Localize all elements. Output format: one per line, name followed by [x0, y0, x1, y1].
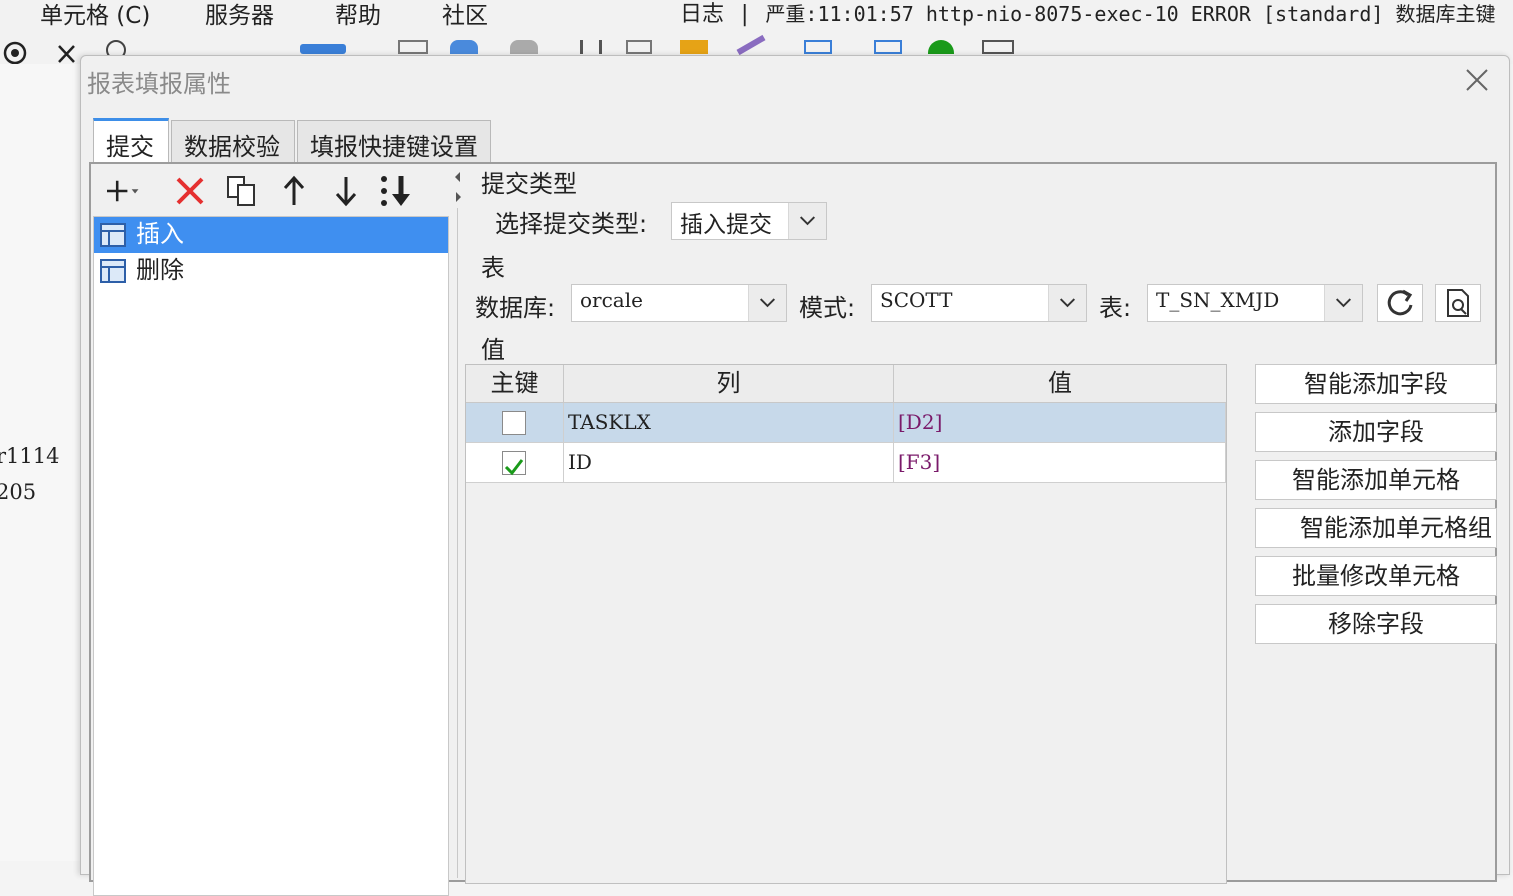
column-header-column[interactable]: 列	[564, 365, 894, 403]
value-cell[interactable]: [D2]	[894, 403, 1226, 443]
refresh-button[interactable]	[1377, 284, 1423, 322]
bg-cell-text-2: 205	[0, 480, 37, 504]
move-down-icon[interactable]	[329, 174, 363, 208]
database-label: 数据库:	[475, 294, 556, 322]
primary-key-checkbox[interactable]	[502, 451, 526, 476]
menu-cell[interactable]: 单元格 (C)	[40, 0, 150, 30]
database-select[interactable]: orcale	[571, 284, 787, 322]
table-row[interactable]: ID [F3]	[466, 443, 1226, 483]
redo-icon[interactable]	[510, 40, 538, 54]
schema-value: SCOTT	[880, 288, 953, 312]
paste-icon[interactable]	[680, 40, 708, 54]
collapse-arrows-icon[interactable]	[453, 170, 463, 206]
add-icon[interactable]	[107, 174, 141, 208]
toolbar-blue-icon[interactable]	[300, 44, 346, 54]
primary-key-checkbox[interactable]	[502, 411, 526, 435]
submit-type-select[interactable]: 插入提交	[671, 202, 827, 240]
refresh-icon	[1387, 289, 1413, 316]
table-select[interactable]: T_SN_XMJD	[1147, 284, 1363, 322]
app-menubar: 单元格 (C) 服务器 帮助 社区 日志 | 严重:11:01:57 http-…	[0, 0, 1513, 30]
button-label: 移除字段	[1328, 610, 1424, 638]
submit-list-panel: 插入 删除	[91, 164, 451, 896]
close-icon[interactable]	[1463, 66, 1491, 94]
table-icon	[100, 259, 126, 283]
submit-item-list: 插入 删除	[93, 216, 449, 896]
bg-cell-text-1: r1114	[0, 444, 60, 468]
tab-panel: 插入 删除 提交类型 选择提交类型: 插入提交 表 数据库: orcale 模式…	[89, 162, 1497, 896]
database-value: orcale	[580, 288, 643, 312]
chevron-down-icon[interactable]	[1048, 285, 1086, 321]
undo-icon[interactable]	[450, 40, 478, 54]
schema-select[interactable]: SCOTT	[871, 284, 1087, 322]
submit-type-label: 选择提交类型:	[495, 210, 648, 238]
panel-splitter[interactable]	[453, 164, 463, 884]
format-brush-icon[interactable]	[736, 34, 766, 56]
remove-field-button[interactable]: 移除字段	[1255, 604, 1497, 644]
table-label: 表:	[1099, 294, 1132, 322]
copy-icon[interactable]	[225, 174, 259, 208]
smart-add-cell-button[interactable]: 智能添加单元格	[1255, 460, 1497, 500]
primary-key-cell	[466, 443, 564, 483]
list-item-delete[interactable]: 删除	[94, 253, 448, 289]
table-value: T_SN_XMJD	[1156, 288, 1280, 312]
checkmark-icon	[504, 459, 524, 476]
table-icon	[100, 223, 126, 247]
insert-icon[interactable]	[874, 40, 902, 54]
submit-type-value: 插入提交	[680, 212, 772, 238]
tab-submit[interactable]: 提交	[93, 118, 169, 164]
button-label: 添加字段	[1328, 418, 1424, 446]
button-label: 智能添加单元格	[1292, 466, 1460, 494]
log-status: 日志 | 严重:11:01:57 http-nio-8075-exec-10 E…	[680, 2, 1496, 27]
menu-help[interactable]: 帮助	[335, 0, 381, 30]
value-cell[interactable]: [F3]	[894, 443, 1226, 483]
button-label: 智能添加字段	[1304, 370, 1448, 398]
tab-shortcut-settings[interactable]: 填报快捷键设置	[297, 120, 491, 162]
tab-data-validation[interactable]: 数据校验	[171, 120, 295, 162]
menu-server[interactable]: 服务器	[205, 0, 274, 30]
list-item-label: 插入	[136, 220, 184, 248]
menu-community[interactable]: 社区	[442, 0, 488, 30]
save-icon[interactable]	[398, 40, 428, 54]
fields-table: 主键 列 值 TASKLX [D2] ID [F3]	[465, 364, 1227, 884]
batch-edit-cells-button[interactable]: 批量修改单元格	[1255, 556, 1497, 596]
chevron-down-icon[interactable]	[748, 285, 786, 321]
table-row[interactable]: TASKLX [D2]	[466, 403, 1226, 443]
copy-icon[interactable]	[626, 40, 652, 54]
schema-label: 模式:	[799, 294, 856, 322]
add-field-button[interactable]: 添加字段	[1255, 412, 1497, 452]
dialog-title: 报表填报属性	[87, 70, 231, 98]
log-message: 严重:11:01:57 http-nio-8075-exec-10 ERROR …	[765, 2, 1496, 26]
list-toolbar	[91, 164, 451, 214]
preview-button[interactable]	[1435, 284, 1481, 322]
smart-add-cell-group-button[interactable]: 智能添加单元格组	[1255, 508, 1497, 548]
submit-settings-panel: 提交类型 选择提交类型: 插入提交 表 数据库: orcale 模式: SCOT…	[465, 164, 1497, 884]
values-section: 值	[481, 336, 505, 364]
column-cell[interactable]: ID	[564, 443, 894, 483]
column-header-value[interactable]: 值	[894, 365, 1226, 403]
button-label: 智能添加单元格组	[1300, 514, 1492, 542]
chevron-down-icon[interactable]	[788, 203, 826, 239]
background-cell-area: r1114 205	[0, 64, 80, 861]
primary-key-cell	[466, 403, 564, 443]
preview-icon	[1447, 289, 1469, 317]
delete-icon[interactable]	[173, 174, 207, 208]
list-item-insert[interactable]: 插入	[94, 217, 448, 253]
button-label: 批量修改单元格	[1292, 562, 1460, 590]
check-circle-icon[interactable]	[928, 40, 954, 54]
chevron-down-icon[interactable]	[1324, 285, 1362, 321]
column-cell[interactable]: TASKLX	[564, 403, 894, 443]
move-to-bottom-icon[interactable]	[379, 174, 413, 208]
list-item-label: 删除	[136, 256, 184, 284]
smart-add-field-button[interactable]: 智能添加字段	[1255, 364, 1497, 404]
column-header-primary-key[interactable]: 主键	[466, 365, 564, 403]
table-section: 表	[481, 254, 505, 282]
cut-icon[interactable]	[580, 40, 602, 54]
chart-icon[interactable]	[982, 40, 1014, 54]
move-up-icon[interactable]	[277, 174, 311, 208]
text-icon[interactable]	[804, 40, 832, 54]
report-fill-properties-dialog: 报表填报属性 提交 数据校验 填报快捷键设置 插入 删除 提交类型 选择提交类型…	[80, 55, 1510, 896]
submit-type-section: 提交类型	[481, 170, 577, 198]
log-label: 日志	[680, 2, 725, 27]
